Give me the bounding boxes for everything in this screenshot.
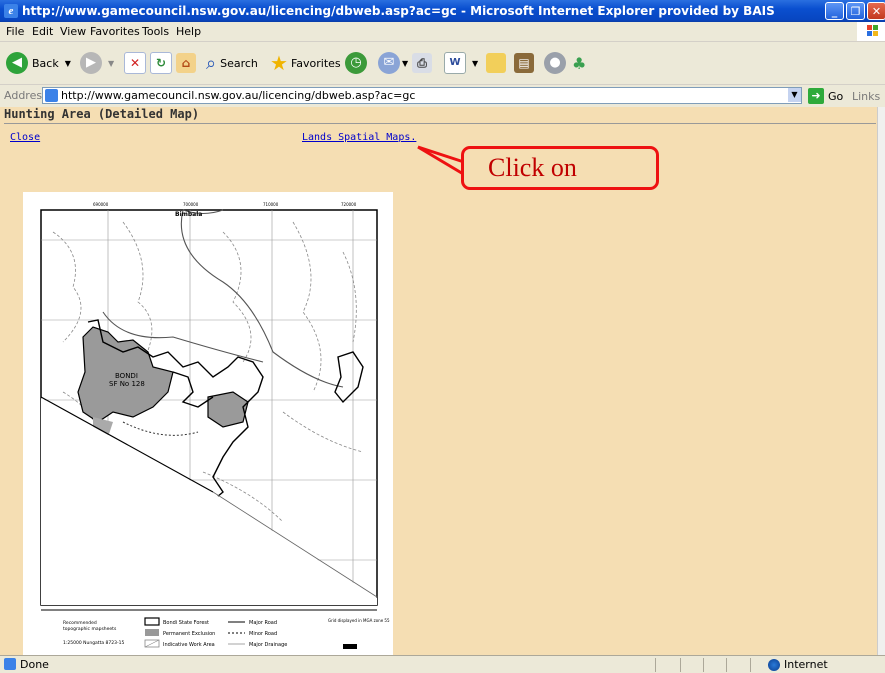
- home-icon: ⌂: [176, 53, 196, 73]
- go-button[interactable]: ➜ Go: [808, 88, 843, 104]
- print-button[interactable]: ⎙: [412, 50, 432, 76]
- legend-major-drainage: Major Drainage: [249, 642, 287, 648]
- status-bar: Done Internet: [0, 655, 885, 673]
- legend-minor-road: Minor Road: [249, 631, 277, 637]
- mail-icon: ✉: [378, 52, 400, 74]
- window-titlebar: e http://www.gamecouncil.nsw.gov.au/lice…: [0, 0, 885, 22]
- legend-bondi-state-forest: Bondi State Forest: [163, 620, 209, 626]
- word-icon: W: [444, 52, 466, 74]
- folder-icon: [486, 53, 506, 73]
- favorites-star-icon: ★: [270, 51, 288, 75]
- back-button[interactable]: ◀ Back ▼: [6, 50, 71, 76]
- refresh-icon: ↻: [150, 52, 172, 74]
- menu-tools[interactable]: Tools: [142, 25, 169, 38]
- zone-label: Internet: [784, 658, 828, 671]
- status-divider: [655, 658, 656, 672]
- folder-button[interactable]: [486, 50, 506, 76]
- internet-globe-icon: [768, 658, 780, 671]
- page-favicon-icon: [45, 89, 58, 102]
- easting-label: 700000: [183, 202, 199, 207]
- search-label: Search: [220, 56, 258, 70]
- history-icon: ◷: [345, 52, 367, 74]
- address-dropdown-icon[interactable]: ▼: [788, 88, 801, 102]
- forward-button[interactable]: ▶ ▼: [80, 50, 114, 76]
- window-title: http://www.gamecouncil.nsw.gov.au/licenc…: [22, 4, 775, 18]
- menu-file[interactable]: File: [6, 25, 24, 38]
- messenger-icon: ♣: [572, 53, 587, 73]
- close-link[interactable]: Close: [10, 132, 40, 143]
- research-book-icon: ▤: [514, 53, 534, 73]
- status-divider: [680, 658, 681, 672]
- vertical-scrollbar[interactable]: [877, 107, 885, 655]
- legend-mapsheet: 1:25000 Nungatta 8723-15: [63, 640, 124, 646]
- edit-dropdown-icon[interactable]: ▼: [472, 59, 478, 68]
- ie-logo-icon: e: [4, 4, 18, 18]
- stop-button[interactable]: ✕: [124, 50, 146, 76]
- menu-bar: File Edit View Favorites Tools Help: [0, 22, 885, 42]
- legend-recommended: Recommended: [63, 620, 97, 626]
- mail-button[interactable]: ✉ ▼: [378, 50, 408, 76]
- windows-logo-icon: [857, 22, 885, 41]
- map-place-label: Bimbala: [175, 211, 202, 218]
- security-zone: Internet: [768, 658, 828, 671]
- easting-label: 720000: [341, 202, 357, 207]
- address-input[interactable]: http://www.gamecouncil.nsw.gov.au/licenc…: [42, 87, 802, 104]
- map-forest-label: BONDI: [115, 372, 138, 380]
- page-title: Hunting Area (Detailed Map): [4, 107, 200, 121]
- research-button[interactable]: ▤: [514, 50, 534, 76]
- discuss-icon: ●: [544, 52, 566, 74]
- forward-arrow-icon: ▶: [80, 52, 102, 74]
- search-icon: ⌕: [206, 52, 217, 74]
- home-button[interactable]: ⌂: [176, 50, 196, 76]
- heading-divider: [4, 123, 876, 124]
- go-label: Go: [828, 89, 844, 103]
- close-window-button[interactable]: ✕: [867, 2, 885, 20]
- links-button[interactable]: Links: [852, 90, 880, 103]
- favorites-button[interactable]: ★ Favorites: [270, 50, 341, 76]
- favorites-label: Favorites: [290, 56, 341, 70]
- back-label: Back: [32, 56, 59, 70]
- legend-permanent-exclusion: Permanent Exclusion: [163, 631, 215, 637]
- search-button[interactable]: ⌕ Search: [206, 50, 258, 76]
- refresh-button[interactable]: ↻: [150, 50, 172, 76]
- status-text: Done: [20, 658, 49, 671]
- maximize-button[interactable]: ❐: [846, 2, 865, 20]
- forward-dropdown-icon[interactable]: ▼: [108, 59, 114, 68]
- legend-indicative-work-area: Indicative Work Area: [163, 642, 215, 648]
- menu-favorites[interactable]: Favorites: [90, 25, 140, 38]
- messenger-button[interactable]: ♣: [572, 50, 586, 76]
- map-forest-number: SF No 128: [109, 380, 145, 388]
- menu-edit[interactable]: Edit: [32, 25, 53, 38]
- status-divider: [750, 658, 751, 672]
- discuss-button[interactable]: ●: [544, 50, 566, 76]
- status-divider: [726, 658, 727, 672]
- easting-label: 710000: [263, 202, 279, 207]
- map-graphic: 690000 700000 710000 720000 Bimbala BOND…: [23, 192, 393, 655]
- go-arrow-icon: ➜: [808, 88, 824, 104]
- legend-grid-note: Grid displayed in MGA zone 55: [328, 618, 390, 623]
- status-divider: [703, 658, 704, 672]
- address-bar: Address http://www.gamecouncil.nsw.gov.a…: [0, 85, 885, 107]
- print-icon: ⎙: [412, 53, 432, 73]
- back-dropdown-icon[interactable]: ▼: [65, 59, 71, 68]
- page-content: Hunting Area (Detailed Map) Close Lands …: [0, 107, 877, 655]
- easting-label: 690000: [93, 202, 109, 207]
- mail-dropdown-icon[interactable]: ▼: [402, 59, 408, 68]
- legend-major-road: Major Road: [249, 620, 277, 626]
- standard-toolbar: ◀ Back ▼ ▶ ▼ ✕ ↻ ⌂ ⌕ Search ★ Favorites …: [0, 42, 885, 85]
- menu-help[interactable]: Help: [176, 25, 201, 38]
- detailed-map-image: 690000 700000 710000 720000 Bimbala BOND…: [23, 192, 393, 655]
- minimize-button[interactable]: _: [825, 2, 844, 20]
- stop-icon: ✕: [124, 52, 146, 74]
- click-on-callout: Click on: [461, 146, 659, 190]
- page-done-icon: [4, 658, 16, 670]
- history-button[interactable]: ◷: [345, 50, 367, 76]
- menu-view[interactable]: View: [60, 25, 86, 38]
- word-edit-button[interactable]: W ▼: [444, 50, 478, 76]
- legend-topo: topographic mapsheets: [63, 626, 117, 632]
- lands-spatial-maps-link[interactable]: Lands Spatial Maps.: [302, 132, 416, 143]
- back-arrow-icon: ◀: [6, 52, 28, 74]
- address-url: http://www.gamecouncil.nsw.gov.au/licenc…: [61, 89, 416, 102]
